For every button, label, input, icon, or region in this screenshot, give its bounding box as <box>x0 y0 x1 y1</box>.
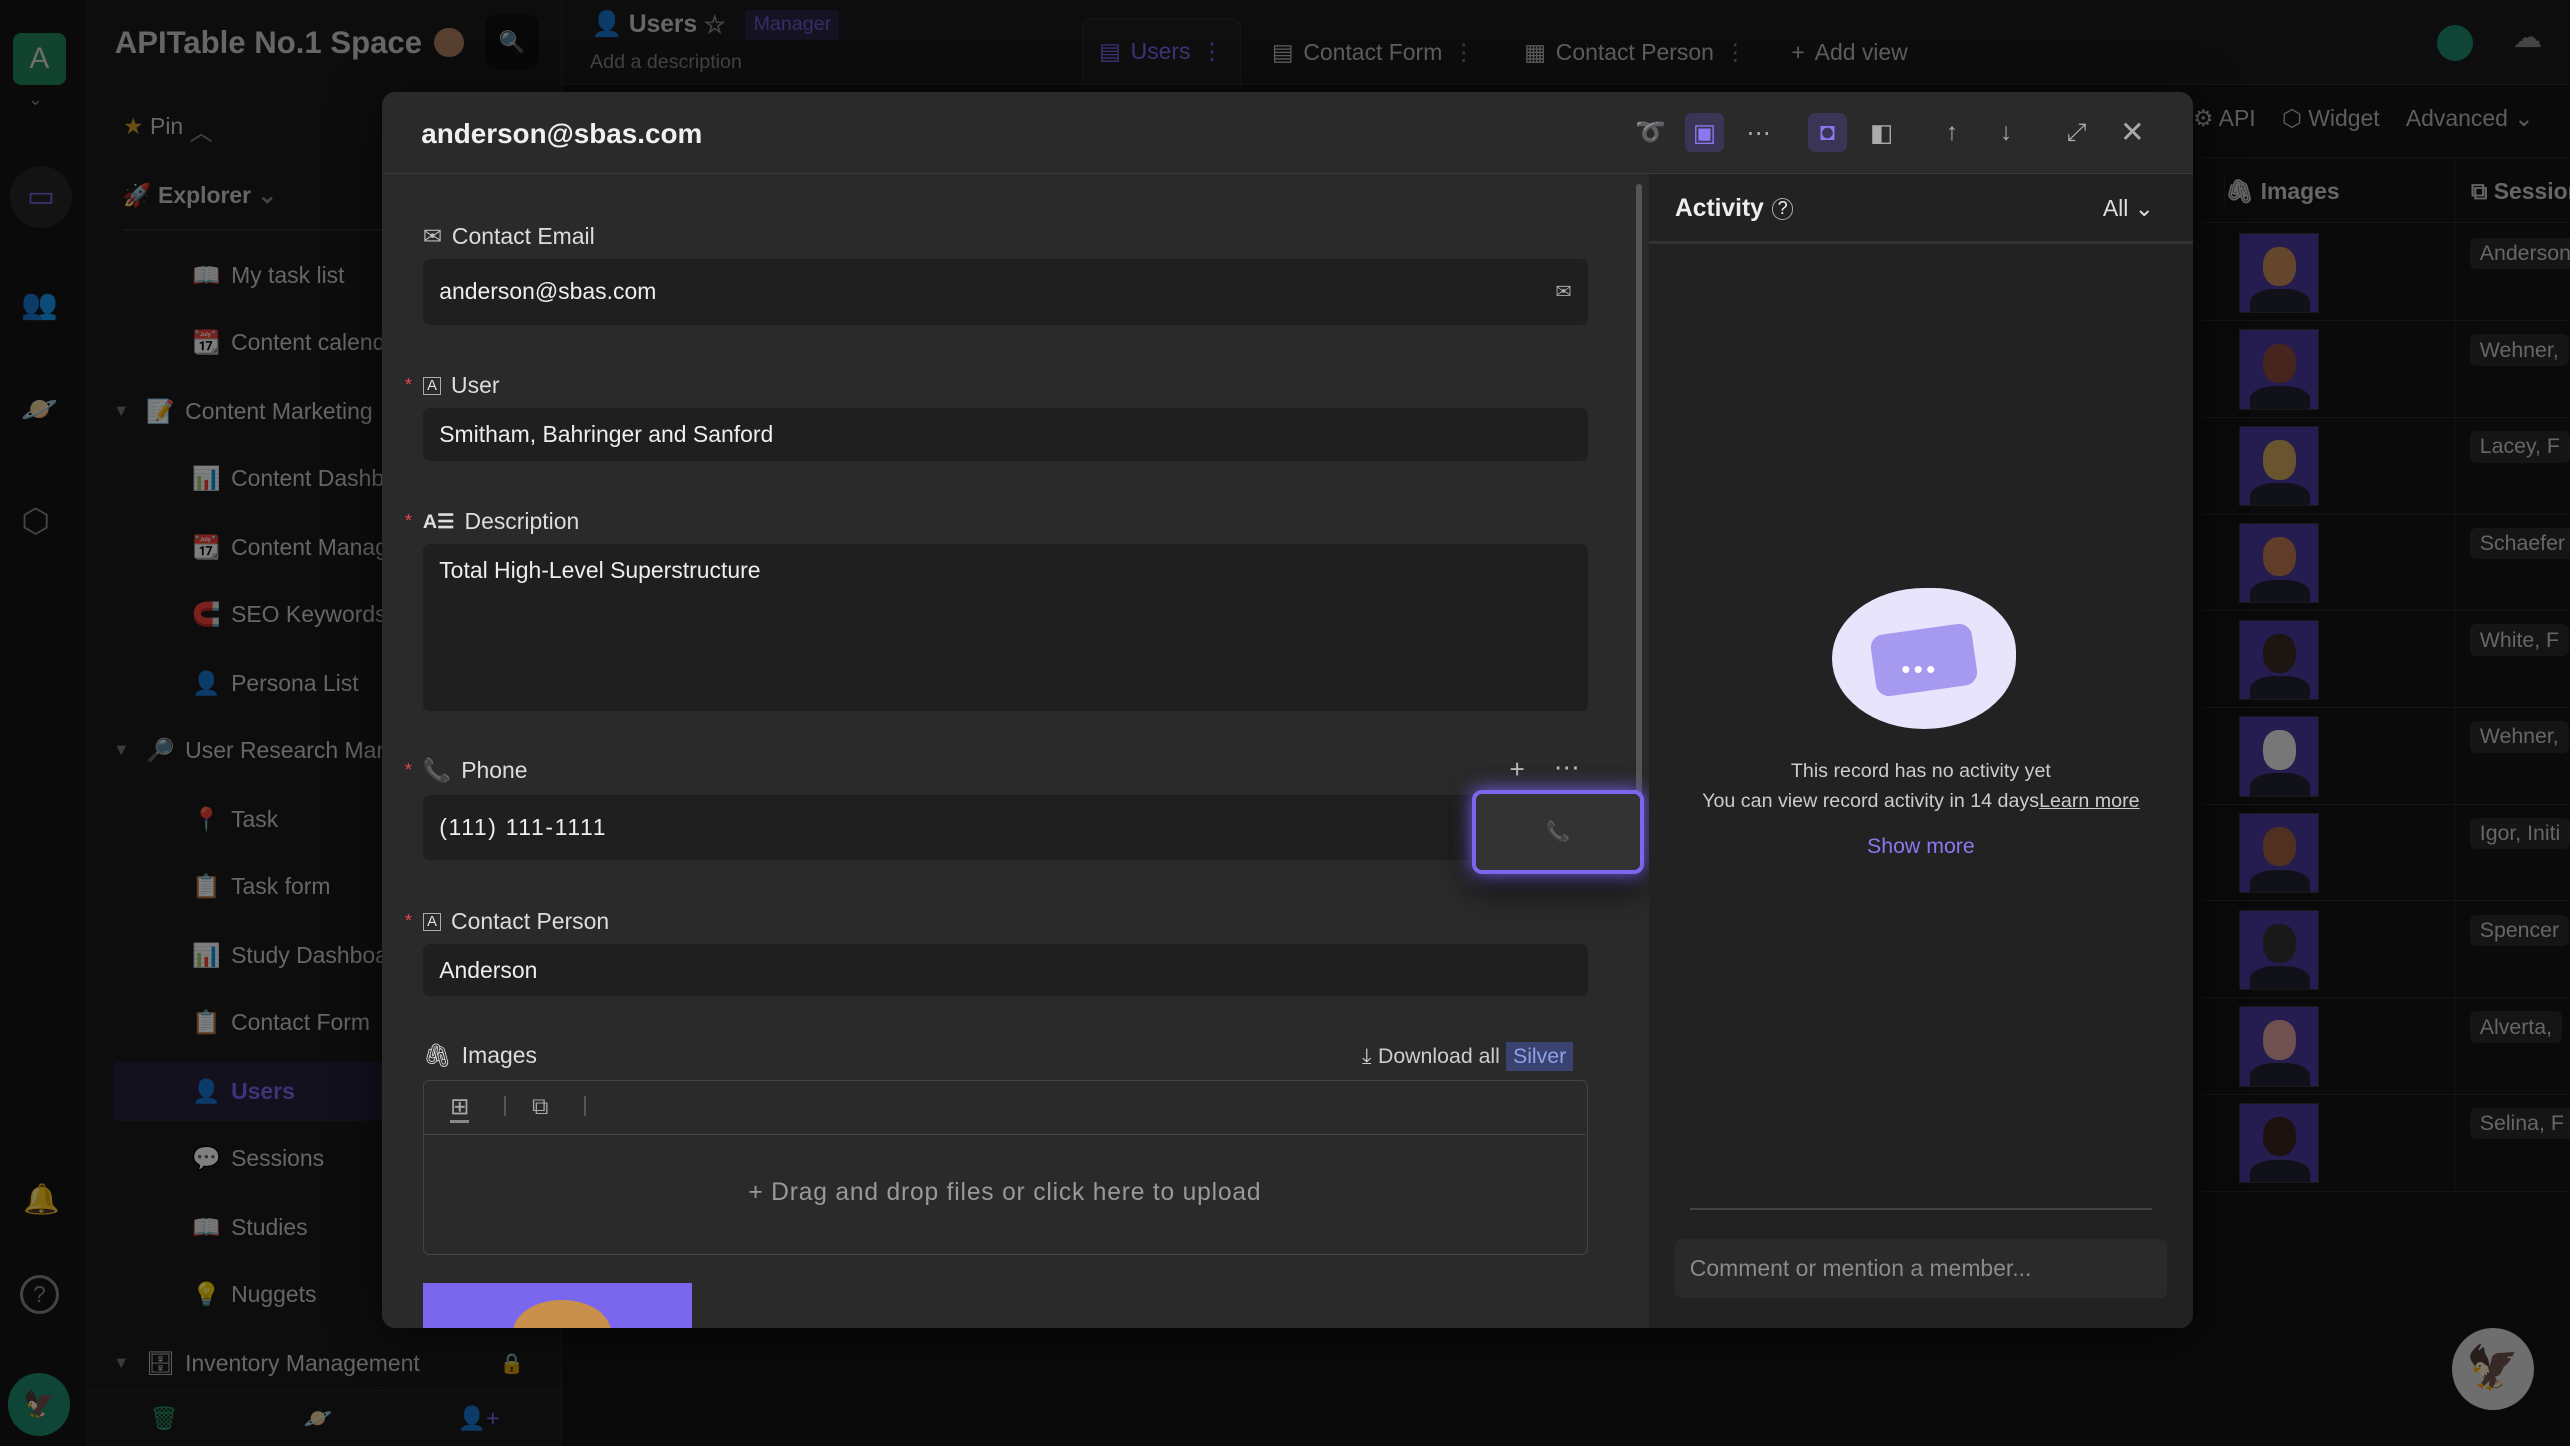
arrow-down-icon[interactable]: ↓ <box>1986 113 2025 152</box>
upload-hint: + Drag and drop files or click here to u… <box>748 1179 1262 1207</box>
field-label-user: * A User <box>404 372 500 399</box>
more-icon[interactable]: ⋯ <box>1739 113 1778 152</box>
add-field-icon[interactable]: + <box>1510 754 1525 785</box>
field-label-contact-person: * A Contact Person <box>404 908 610 934</box>
field-label-images: 🖇 Images <box>422 1042 538 1069</box>
help-icon[interactable]: ? <box>1772 198 1794 220</box>
show-more-link[interactable]: Show more <box>1649 834 2193 859</box>
field-label-description: * A☰ Description <box>404 508 580 535</box>
field-label-phone: * 📞 Phone <box>404 757 528 784</box>
activity-title: Activity? <box>1675 195 1794 223</box>
upload-area[interactable]: ⊞ ⧉ + Drag and drop files or click here … <box>422 1080 1589 1256</box>
upload-toolbar: ⊞ ⧉ <box>423 1081 1586 1136</box>
form-scrollbar[interactable] <box>1635 183 1643 872</box>
arrow-up-icon[interactable]: ↑ <box>1932 113 1971 152</box>
divider <box>504 1095 506 1116</box>
subscribe-icon[interactable]: ➰ <box>1631 113 1670 152</box>
comment-panel-icon[interactable]: ▣ <box>1684 113 1725 153</box>
close-icon[interactable]: ✕ <box>2113 113 2152 152</box>
no-activity-illustration: ••• <box>1832 588 2016 730</box>
download-all-button[interactable]: ⤓ Download all Silver <box>1361 1042 1573 1071</box>
field-label-contact-email: ✉ Contact Email <box>422 222 595 249</box>
expand-icon[interactable]: ⤢ <box>2057 113 2096 152</box>
learn-more-link[interactable]: Learn more <box>2039 790 2140 812</box>
upload-file-icon[interactable]: ⊞ <box>450 1093 470 1123</box>
side-mode-icon[interactable]: ◧ <box>1862 113 1901 152</box>
phone-icon: 📞 <box>422 757 452 784</box>
activity-panel: Activity? All ⌄ ••• This record has no a… <box>1648 173 2193 1328</box>
modal-header: anderson@sbas.com ➰ ▣ ⋯ ◘ ◧ ↑ ↓ ⤢ ✕ <box>381 92 2193 174</box>
phone-input[interactable]: (111) 111-1111 <box>422 794 1589 861</box>
text-field-icon: A <box>422 912 442 931</box>
contact-email-input[interactable]: anderson@sbas.com ✉ <box>422 258 1589 325</box>
record-modal: anderson@sbas.com ➰ ▣ ⋯ ◘ ◧ ↑ ↓ ⤢ ✕ ✉ Con… <box>381 91 2193 1328</box>
center-mode-icon[interactable]: ◘ <box>1807 113 1848 153</box>
attachment-icon: 🖇 <box>422 1042 452 1069</box>
comment-input[interactable]: Comment or mention a member... <box>1675 1239 2167 1299</box>
download-icon: ⤓ <box>1361 1044 1372 1069</box>
empty-line-1: This record has no activity yet <box>1790 760 2051 783</box>
user-input[interactable]: Smitham, Bahringer and Sanford <box>422 408 1589 461</box>
text-field-icon: A <box>422 376 442 395</box>
image-thumbnail[interactable] <box>422 1283 692 1328</box>
divider <box>1648 240 2193 245</box>
empty-line-2: You can view record activity in 14 daysL… <box>1702 789 2140 812</box>
record-title: anderson@sbas.com <box>421 118 703 149</box>
long-text-icon: A☰ <box>422 510 455 533</box>
field-more-icon[interactable]: ⋯ <box>1554 752 1580 783</box>
mail-icon[interactable]: ✉ <box>1555 280 1571 304</box>
call-phone-button[interactable]: 📞 <box>1471 789 1644 874</box>
plan-badge: Silver <box>1506 1042 1573 1071</box>
activity-filter-dropdown[interactable]: All ⌄ <box>2103 195 2154 222</box>
description-textarea[interactable]: Total High-Level Superstructure <box>422 544 1589 712</box>
divider <box>1689 1207 2152 1210</box>
email-icon: ✉ <box>422 222 443 249</box>
contact-person-input[interactable]: Anderson <box>422 944 1589 997</box>
paste-file-icon[interactable]: ⧉ <box>532 1093 548 1120</box>
divider <box>584 1095 587 1116</box>
